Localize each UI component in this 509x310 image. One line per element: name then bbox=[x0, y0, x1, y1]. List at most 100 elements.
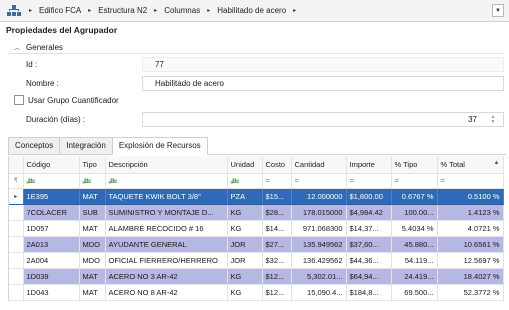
col-header-cantidad[interactable]: Cantidad bbox=[291, 156, 347, 174]
filter-cell-pct-total[interactable]: = bbox=[437, 173, 504, 189]
cell-unidad[interactable]: KG bbox=[227, 220, 263, 237]
cell-pct-tipo[interactable]: 0.6767 % bbox=[391, 188, 438, 205]
cell-tipo[interactable]: MAT bbox=[79, 220, 106, 237]
cell-importe[interactable]: $1,800.00 bbox=[346, 188, 392, 205]
cell-tipo[interactable]: MDO bbox=[79, 252, 106, 269]
cell-tipo[interactable]: MAT bbox=[79, 188, 106, 205]
breadcrumb-item-habilitado[interactable]: Habilitado de acero bbox=[217, 6, 286, 15]
cell-costo[interactable]: $14... bbox=[262, 220, 292, 237]
cell-codigo[interactable]: 2A013 bbox=[23, 236, 80, 253]
col-header-importe[interactable]: Importe bbox=[346, 156, 392, 174]
cell-descripcion[interactable]: ACERO NO 3 AR-42 bbox=[105, 268, 228, 285]
chevron-up-icon[interactable]: ︿ bbox=[14, 43, 20, 52]
breadcrumb-item-edificio[interactable]: Edifico FCA bbox=[39, 6, 81, 15]
cell-unidad[interactable]: KG bbox=[227, 268, 263, 285]
col-header-tipo[interactable]: Tipo bbox=[79, 156, 106, 174]
table-row[interactable]: 1D057 MAT ALAMBRE RECOCIDO # 16 KG $14... 971… bbox=[9, 220, 504, 237]
col-header-costo[interactable]: Costo bbox=[262, 156, 292, 174]
cell-pct-tipo[interactable]: 100.00... bbox=[391, 204, 438, 221]
cell-unidad[interactable]: JOR bbox=[227, 252, 263, 269]
cell-cantidad[interactable]: 15,090.4... bbox=[291, 284, 347, 301]
spin-buttons[interactable]: ▲ ▼ bbox=[489, 115, 497, 125]
cell-unidad[interactable]: PZA bbox=[227, 188, 263, 205]
cell-pct-tipo[interactable]: 54.119... bbox=[391, 252, 438, 269]
cell-descripcion[interactable]: TAQUETE KWIK BOLT 3/8" bbox=[105, 188, 228, 205]
cell-codigo[interactable]: 1D039 bbox=[23, 268, 80, 285]
cell-costo[interactable]: $28... bbox=[262, 204, 292, 221]
cell-descripcion[interactable]: SUMINISTRO Y MONTAJE D... bbox=[105, 204, 228, 221]
cell-importe[interactable]: $64,94... bbox=[346, 268, 392, 285]
cell-costo[interactable]: $32... bbox=[262, 252, 292, 269]
table-row[interactable]: 2A013 MDO AYUDANTE GENERAL JOR $27... 135.949… bbox=[9, 236, 504, 253]
cell-pct-total[interactable]: 52.3772 % bbox=[437, 284, 504, 301]
cell-costo[interactable]: $12... bbox=[262, 284, 292, 301]
cell-costo[interactable]: $15... bbox=[262, 188, 292, 205]
col-header-codigo[interactable]: Código bbox=[23, 156, 80, 174]
filter-cell-tipo[interactable]: ₐBc bbox=[79, 173, 106, 189]
filter-cell-importe[interactable]: = bbox=[346, 173, 392, 189]
group-header-generales[interactable]: ︿ Generales bbox=[8, 41, 504, 54]
table-row[interactable]: 7COLACER SUB SUMINISTRO Y MONTAJE D... KG $2… bbox=[9, 204, 504, 221]
usar-grupo-cuantificador-row[interactable]: Usar Grupo Cuantificador bbox=[14, 95, 119, 105]
filter-cell-unidad[interactable]: ₐBc bbox=[227, 173, 263, 189]
cell-importe[interactable]: $44,36... bbox=[346, 252, 392, 269]
tab-conceptos[interactable]: Conceptos bbox=[8, 137, 61, 154]
filter-cell-cantidad[interactable]: = bbox=[291, 173, 347, 189]
cell-pct-total[interactable]: 10.6561 % bbox=[437, 236, 504, 253]
cell-pct-total[interactable]: 1.4123 % bbox=[437, 204, 504, 221]
duracion-field[interactable]: 37 ▲ ▼ bbox=[142, 112, 504, 127]
chevron-right-icon[interactable]: ▸ bbox=[293, 7, 296, 14]
filter-cell-descripcion[interactable]: ₐBc bbox=[105, 173, 228, 189]
cell-codigo[interactable]: 1E395 bbox=[23, 188, 80, 205]
cell-tipo[interactable]: SUB bbox=[79, 204, 106, 221]
cell-pct-tipo[interactable]: 69.500... bbox=[391, 284, 438, 301]
cell-codigo[interactable]: 1D043 bbox=[23, 284, 80, 301]
cell-cantidad[interactable]: 135.949562 bbox=[291, 236, 347, 253]
col-header-descripcion[interactable]: Descripción bbox=[105, 156, 228, 174]
cell-descripcion[interactable]: ACERO NO 8 AR-42 bbox=[105, 284, 228, 301]
filter-cell-pct-tipo[interactable]: = bbox=[391, 173, 438, 189]
cell-pct-total[interactable]: 0.5100 % bbox=[437, 188, 504, 205]
cell-unidad[interactable]: KG bbox=[227, 204, 263, 221]
table-row[interactable]: 1D039 MAT ACERO NO 3 AR-42 KG $12... 5,302.01… bbox=[9, 268, 504, 285]
cell-pct-total[interactable]: 12.5697 % bbox=[437, 252, 504, 269]
cell-importe[interactable]: $4,984.42 bbox=[346, 204, 392, 221]
nombre-field[interactable]: Habilitado de acero bbox=[142, 76, 504, 91]
filter-cell-codigo[interactable]: ₐBc bbox=[23, 173, 80, 189]
table-row[interactable]: 2A004 MDO OFICIAL FIERRERO/HERRERO JOR $32..… bbox=[9, 252, 504, 269]
cell-descripcion[interactable]: ALAMBRE RECOCIDO # 16 bbox=[105, 220, 228, 237]
breadcrumb-item-estructura[interactable]: Estructura N2 bbox=[98, 6, 147, 15]
cell-tipo[interactable]: MDO bbox=[79, 236, 106, 253]
cell-importe[interactable]: $184,8... bbox=[346, 284, 392, 301]
cell-costo[interactable]: $12... bbox=[262, 268, 292, 285]
filter-cell-costo[interactable]: = bbox=[262, 173, 292, 189]
cell-tipo[interactable]: MAT bbox=[79, 284, 106, 301]
cell-cantidad[interactable]: 5,302.01... bbox=[291, 268, 347, 285]
table-row[interactable]: 1D043 MAT ACERO NO 8 AR-42 KG $12... 15,090.4… bbox=[9, 284, 504, 301]
col-header-unidad[interactable]: Unidad bbox=[227, 156, 263, 174]
cell-descripcion[interactable]: AYUDANTE GENERAL bbox=[105, 236, 228, 253]
table-row[interactable]: ▸ 1E395 MAT TAQUETE KWIK BOLT 3/8" PZA $15...… bbox=[9, 188, 504, 205]
cell-cantidad[interactable]: 12.000000 bbox=[291, 188, 347, 205]
cell-descripcion[interactable]: OFICIAL FIERRERO/HERRERO bbox=[105, 252, 228, 269]
cell-pct-total[interactable]: 18.4027 % bbox=[437, 268, 504, 285]
cell-codigo[interactable]: 2A004 bbox=[23, 252, 80, 269]
cell-tipo[interactable]: MAT bbox=[79, 268, 106, 285]
cell-unidad[interactable]: JOR bbox=[227, 236, 263, 253]
cell-codigo[interactable]: 1D057 bbox=[23, 220, 80, 237]
usar-grupo-cuantificador-checkbox[interactable] bbox=[14, 95, 24, 105]
spin-down-icon[interactable]: ▼ bbox=[489, 120, 497, 125]
cell-pct-tipo[interactable]: 45.880... bbox=[391, 236, 438, 253]
cell-cantidad[interactable]: 178.015000 bbox=[291, 204, 347, 221]
cell-costo[interactable]: $27... bbox=[262, 236, 292, 253]
col-header-pct-total[interactable]: % Total ▲ bbox=[437, 156, 504, 174]
cell-importe[interactable]: $14,37... bbox=[346, 220, 392, 237]
cell-codigo[interactable]: 7COLACER bbox=[23, 204, 80, 221]
cell-cantidad[interactable]: 971.068300 bbox=[291, 220, 347, 237]
cell-unidad[interactable]: KG bbox=[227, 284, 263, 301]
breadcrumb-dropdown-button[interactable]: ▼ bbox=[492, 4, 504, 17]
cell-cantidad[interactable]: 136.429562 bbox=[291, 252, 347, 269]
cell-pct-total[interactable]: 4.0721 % bbox=[437, 220, 504, 237]
hierarchy-icon[interactable] bbox=[6, 4, 22, 18]
tab-integracion[interactable]: Integración bbox=[59, 137, 113, 154]
